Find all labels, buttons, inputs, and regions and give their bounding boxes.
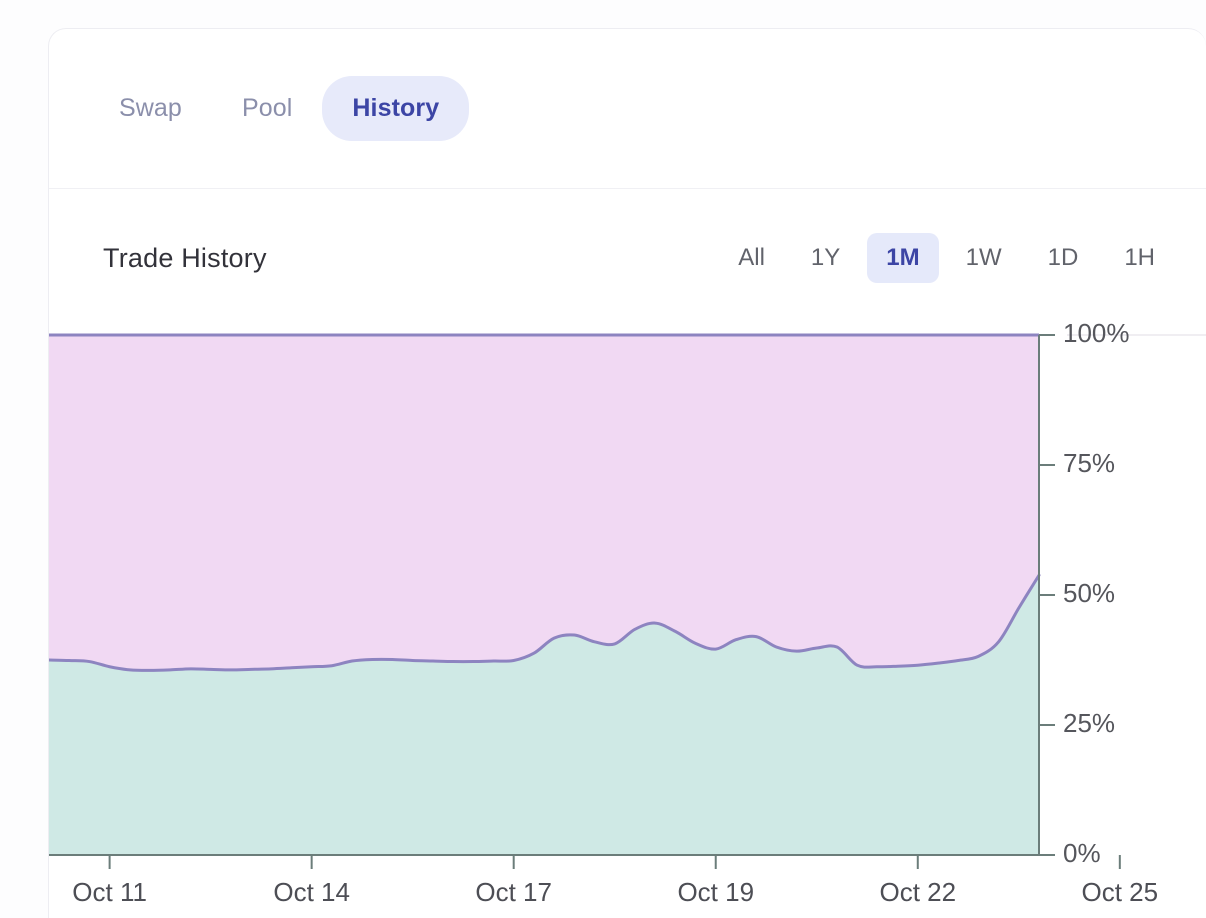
- range-button-1y-label: 1Y: [810, 244, 841, 271]
- chart-canvas: [49, 333, 1206, 869]
- tab-pool[interactable]: Pool: [212, 76, 322, 141]
- y-axis-tick-label: 0%: [1063, 838, 1101, 868]
- y-axis-tick-label: 75%: [1063, 448, 1116, 478]
- x-axis-tick-label: Oct 11: [72, 877, 147, 907]
- y-axis-tick-label: 25%: [1063, 708, 1116, 738]
- x-axis-tick-label: Oct 19: [677, 877, 755, 907]
- tab-swap[interactable]: Swap: [89, 76, 212, 141]
- tab-swap-label: Swap: [119, 94, 182, 122]
- range-button-all[interactable]: All: [719, 233, 784, 283]
- history-card: Swap Pool History Trade History All 1Y 1…: [48, 28, 1206, 918]
- range-button-1h[interactable]: 1H: [1105, 233, 1174, 283]
- x-axis-tick-label: Oct 17: [475, 877, 552, 907]
- x-axis-tick-label: Oct 14: [273, 877, 350, 907]
- trade-history-chart[interactable]: 0% 25% 50% 75% 100% Oct 11 Oct 14 Oct 17 Oct 19 O…: [49, 318, 1206, 918]
- range-button-1h-label: 1H: [1124, 244, 1155, 271]
- x-axis-tick-label: Oct 25: [1081, 877, 1159, 907]
- range-button-1y[interactable]: 1Y: [792, 233, 859, 283]
- range-button-1w[interactable]: 1W: [947, 233, 1021, 283]
- range-button-1d[interactable]: 1D: [1029, 233, 1098, 283]
- x-axis-tick-label: Oct 22: [879, 877, 957, 907]
- tab-history-label: History: [352, 94, 440, 122]
- range-button-1m[interactable]: 1M: [867, 233, 939, 283]
- range-button-all-label: All: [738, 244, 765, 271]
- range-button-1m-label: 1M: [886, 244, 920, 271]
- range-button-1w-label: 1W: [965, 244, 1002, 271]
- chart-header: Trade History All 1Y 1M 1W 1D 1H: [49, 189, 1206, 327]
- page-title: Trade History: [103, 242, 267, 273]
- range-button-1d-label: 1D: [1047, 244, 1079, 271]
- y-axis-tick-label: 100%: [1063, 318, 1130, 348]
- tab-bar: Swap Pool History: [49, 29, 1206, 189]
- y-axis-tick-label: 50%: [1063, 578, 1116, 608]
- time-range-selector: All 1Y 1M 1W 1D 1H: [719, 233, 1174, 283]
- tab-history[interactable]: History: [322, 76, 470, 141]
- tab-pool-label: Pool: [241, 94, 293, 122]
